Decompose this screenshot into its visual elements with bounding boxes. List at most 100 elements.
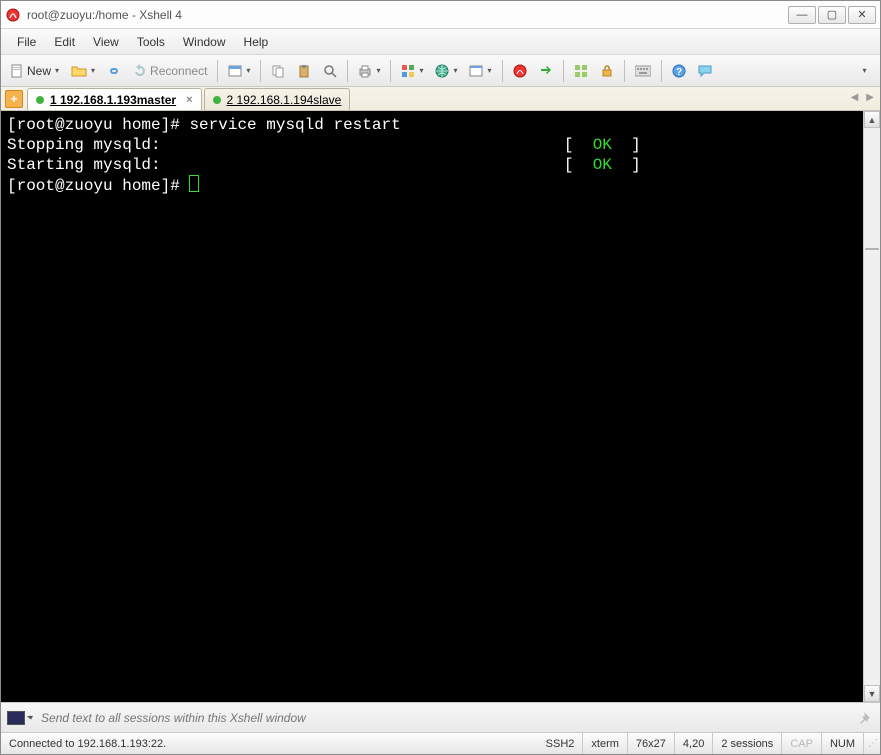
app-window: root@zuoyu:/home - Xshell 4 — ▢ ✕ File E… bbox=[0, 0, 881, 755]
chevron-down-icon: ▾ bbox=[376, 66, 380, 75]
close-tab-icon[interactable]: × bbox=[186, 94, 192, 106]
menu-help[interactable]: Help bbox=[236, 31, 277, 53]
output-line: Starting mysqld: bbox=[7, 156, 161, 174]
paste-button[interactable] bbox=[292, 59, 316, 83]
tab-next-button[interactable]: ▶ bbox=[864, 90, 876, 105]
status-capslock: CAP bbox=[782, 733, 822, 754]
properties-button[interactable]: ▾ bbox=[223, 59, 255, 83]
folder-icon bbox=[71, 64, 87, 78]
chevron-down-icon: ▾ bbox=[862, 66, 866, 75]
palette-icon bbox=[401, 64, 415, 78]
separator bbox=[390, 60, 391, 82]
resize-grip[interactable]: ⋰ bbox=[864, 736, 880, 751]
help-button[interactable]: ? bbox=[667, 59, 691, 83]
find-button[interactable] bbox=[318, 59, 342, 83]
status-ok: OK bbox=[593, 156, 612, 174]
link-icon bbox=[107, 64, 121, 78]
bracket: ] bbox=[612, 156, 641, 174]
toolbar: New ▾ ▾ Reconnect ▾ bbox=[1, 55, 880, 87]
prompt: [root@zuoyu home]# bbox=[7, 116, 189, 134]
compose-bar: ▾ bbox=[1, 702, 880, 732]
chevron-down-icon: ▾ bbox=[419, 66, 423, 75]
scroll-thumb[interactable] bbox=[865, 248, 879, 250]
terminal-icon[interactable] bbox=[7, 711, 25, 725]
window-icon bbox=[469, 64, 483, 78]
window-title: root@zuoyu:/home - Xshell 4 bbox=[27, 8, 788, 22]
transfer-icon bbox=[539, 64, 553, 78]
xshell-button[interactable] bbox=[508, 59, 532, 83]
speech-icon bbox=[698, 64, 712, 78]
tab-label: 1 192.168.1.193master bbox=[50, 93, 176, 107]
scrollbar[interactable]: ▲ ▼ bbox=[863, 111, 880, 702]
search-icon bbox=[323, 64, 337, 78]
document-icon bbox=[10, 64, 24, 78]
pin-icon[interactable] bbox=[856, 709, 874, 727]
disconnect-button[interactable] bbox=[102, 59, 126, 83]
status-dot-icon bbox=[213, 96, 221, 104]
chevron-down-icon: ▾ bbox=[453, 66, 457, 75]
menu-edit[interactable]: Edit bbox=[46, 31, 83, 53]
reconnect-label: Reconnect bbox=[150, 64, 207, 78]
add-tab-button[interactable]: + bbox=[5, 90, 23, 108]
reconnect-icon bbox=[133, 64, 147, 78]
menu-window[interactable]: Window bbox=[175, 31, 234, 53]
tab-prev-button[interactable]: ◀ bbox=[849, 90, 861, 105]
separator bbox=[563, 60, 564, 82]
bracket: ] bbox=[612, 136, 641, 154]
colorscheme-button[interactable]: ▾ bbox=[396, 59, 428, 83]
statusbar: Connected to 192.168.1.193:22. SSH2 xter… bbox=[1, 732, 880, 754]
menu-view[interactable]: View bbox=[85, 31, 127, 53]
broadcast-input[interactable] bbox=[41, 711, 848, 725]
terminal-wrap: [root@zuoyu home]# service mysqld restar… bbox=[1, 111, 880, 702]
scroll-up-button[interactable]: ▲ bbox=[864, 111, 880, 128]
status-ok: OK bbox=[593, 136, 612, 154]
tile-button[interactable] bbox=[569, 59, 593, 83]
chevron-down-icon: ▾ bbox=[487, 66, 491, 75]
status-size: 76x27 bbox=[628, 733, 675, 754]
terminal[interactable]: [root@zuoyu home]# service mysqld restar… bbox=[1, 111, 863, 702]
print-button[interactable]: ▾ bbox=[353, 59, 385, 83]
app-icon bbox=[5, 7, 21, 23]
toolbar-overflow[interactable]: ▾ bbox=[852, 59, 876, 83]
lock-button[interactable] bbox=[595, 59, 619, 83]
status-numlock: NUM bbox=[822, 733, 864, 754]
status-cursor: 4,20 bbox=[675, 733, 713, 754]
open-button[interactable]: ▾ bbox=[66, 59, 100, 83]
tab-session-2[interactable]: 2 192.168.1.194slave bbox=[204, 88, 351, 110]
xftp-button[interactable] bbox=[534, 59, 558, 83]
tab-nav: ◀ ▶ bbox=[849, 90, 876, 105]
reconnect-button[interactable]: Reconnect bbox=[128, 59, 212, 83]
bracket: [ bbox=[564, 156, 593, 174]
status-dot-icon bbox=[36, 96, 44, 104]
output-line: Stopping mysqld: bbox=[7, 136, 161, 154]
keyboard-icon bbox=[635, 65, 651, 77]
chevron-down-icon: ▾ bbox=[91, 66, 95, 75]
scroll-down-button[interactable]: ▼ bbox=[864, 685, 880, 702]
maximize-button[interactable]: ▢ bbox=[818, 6, 846, 24]
prompt: [root@zuoyu home]# bbox=[7, 177, 189, 195]
web-button[interactable]: ▾ bbox=[430, 59, 462, 83]
tabbar: + 1 192.168.1.193master × 2 192.168.1.19… bbox=[1, 87, 880, 111]
separator bbox=[661, 60, 662, 82]
status-protocol: SSH2 bbox=[538, 733, 584, 754]
menu-file[interactable]: File bbox=[9, 31, 44, 53]
new-session-button[interactable]: New ▾ bbox=[5, 59, 64, 83]
chevron-down-icon: ▾ bbox=[246, 66, 250, 75]
minimize-button[interactable]: — bbox=[788, 6, 816, 24]
scroll-track[interactable] bbox=[864, 128, 880, 685]
tab-session-1[interactable]: 1 192.168.1.193master × bbox=[27, 88, 202, 110]
close-button[interactable]: ✕ bbox=[848, 6, 876, 24]
status-connection: Connected to 192.168.1.193:22. bbox=[1, 733, 538, 754]
fullscreen-button[interactable]: ▾ bbox=[464, 59, 496, 83]
menu-tools[interactable]: Tools bbox=[129, 31, 173, 53]
feedback-button[interactable] bbox=[693, 59, 717, 83]
copy-button[interactable] bbox=[266, 59, 290, 83]
command-text: service mysqld restart bbox=[189, 116, 400, 134]
lock-icon bbox=[600, 64, 614, 78]
window-controls: — ▢ ✕ bbox=[788, 6, 876, 24]
tab-label: 2 192.168.1.194slave bbox=[227, 93, 342, 107]
copy-icon bbox=[271, 64, 285, 78]
printer-icon bbox=[358, 64, 372, 78]
keyboard-button[interactable] bbox=[630, 59, 656, 83]
chevron-down-icon: ▾ bbox=[55, 66, 59, 75]
